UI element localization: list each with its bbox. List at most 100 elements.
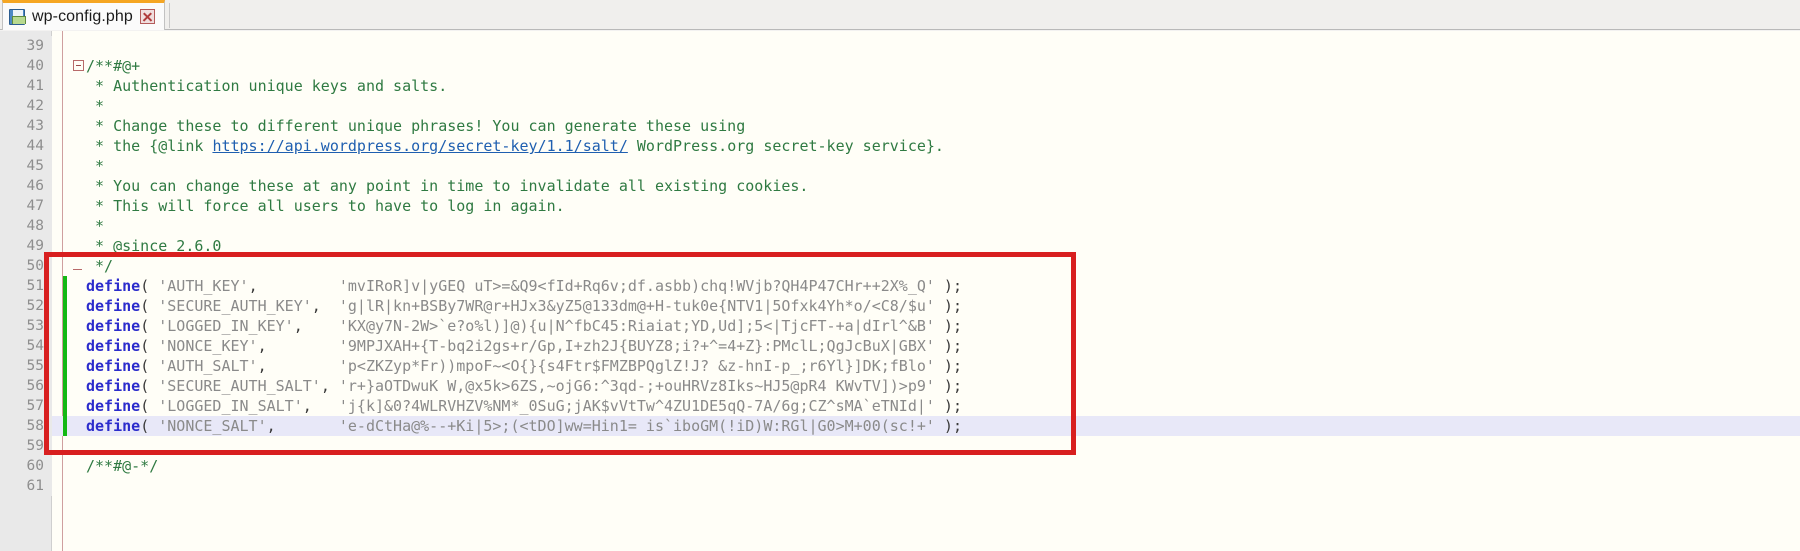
- line-number: 60: [26, 458, 44, 474]
- code-token-str: 'mvIRoR]v|yGEQ uT>=&Q9<fId+Rq6v;df.asbb)…: [338, 277, 935, 295]
- code-token-kw: define: [86, 377, 141, 395]
- tab-wp-config-php[interactable]: wp-config.php: [2, 0, 165, 30]
- code-text: *: [86, 216, 104, 236]
- code-token-str: 'NONCE_KEY': [158, 337, 258, 355]
- code-token-cmt: * Change these to different unique phras…: [86, 117, 746, 135]
- code-line[interactable]: 45 *: [0, 156, 1800, 176]
- line-number: 56: [26, 378, 44, 394]
- code-token-punc: (: [140, 417, 159, 435]
- code-line[interactable]: 52 define( 'SECURE_AUTH_KEY', 'g|lR|kn+BS…: [0, 296, 1800, 316]
- code-token-link[interactable]: https://api.wordpress.org/secret-key/1.1…: [212, 137, 627, 155]
- code-line[interactable]: 57 define( 'LOGGED_IN_SALT', 'j{k]&0?4WLR…: [0, 396, 1800, 416]
- line-number: 58: [26, 418, 44, 434]
- code-line[interactable]: 56 define( 'SECURE_AUTH_SALT', 'r+}aOTDwu…: [0, 376, 1800, 396]
- line-number: 51: [26, 278, 44, 294]
- code-text: define( 'SECURE_AUTH_SALT', 'r+}aOTDwuK …: [86, 376, 962, 396]
- line-number: 39: [26, 38, 44, 54]
- code-line[interactable]: 46 * You can change these at any point i…: [0, 176, 1800, 196]
- code-text: define( 'NONCE_KEY', '9MPJXAH+{T-bq2i2gs…: [86, 336, 962, 356]
- code-token-punc: ,: [248, 277, 339, 295]
- line-number: 50: [26, 258, 44, 274]
- code-token-cmt: */: [86, 257, 114, 275]
- code-line[interactable]: 40 /**#@+: [0, 56, 1800, 76]
- code-line[interactable]: 51 define( 'AUTH_KEY', 'mvIRoR]v|yGEQ uT>…: [0, 276, 1800, 296]
- code-text: *: [86, 156, 104, 176]
- code-line[interactable]: 55 define( 'AUTH_SALT', 'p<ZKZyp*Fr))mpoF…: [0, 356, 1800, 376]
- line-number: 43: [26, 118, 44, 134]
- change-marker: [63, 376, 67, 396]
- line-number: 45: [26, 158, 44, 174]
- code-line[interactable]: 42 *: [0, 96, 1800, 116]
- code-token-str: 'NONCE_SALT': [158, 417, 267, 435]
- code-lines-container[interactable]: 39 40 /**#@+ 41 * Authentication unique key…: [0, 31, 1800, 551]
- code-token-str: 'SECURE_AUTH_SALT': [158, 377, 321, 395]
- code-token-str: '9MPJXAH+{T-bq2i2gs+r/Gp,I+zh2J{BUYZ8;i?…: [338, 337, 935, 355]
- code-text: /**#@+: [86, 56, 140, 76]
- code-token-punc: ,: [257, 357, 339, 375]
- code-token-str: 'r+}aOTDwuK W,@x5k>6ZS,~ojG6:^3qd-;+ouHR…: [338, 377, 935, 395]
- editor-surface[interactable]: 39 40 /**#@+ 41 * Authentication unique key…: [0, 31, 1800, 551]
- code-token-str: 'g|lR|kn+BSBy7WR@r+HJx3&yZ5@133dm@+H-tuk…: [338, 297, 935, 315]
- code-line[interactable]: 47 * This will force all users to have t…: [0, 196, 1800, 216]
- code-text: * This will force all users to have to l…: [86, 196, 565, 216]
- line-number: 61: [26, 478, 44, 494]
- line-number: 40: [26, 58, 44, 74]
- code-text: define( 'AUTH_SALT', 'p<ZKZyp*Fr))mpoF~<…: [86, 356, 962, 376]
- code-token-punc: );: [934, 317, 962, 335]
- code-token-str: 'AUTH_SALT': [158, 357, 258, 375]
- code-line[interactable]: 54 define( 'NONCE_KEY', '9MPJXAH+{T-bq2i2…: [0, 336, 1800, 356]
- code-token-punc: ,: [257, 337, 339, 355]
- code-line[interactable]: 50 */: [0, 256, 1800, 276]
- code-token-cmt: *: [86, 97, 105, 115]
- code-line[interactable]: 60 /**#@-*/: [0, 456, 1800, 476]
- code-token-punc: );: [934, 337, 962, 355]
- code-token-punc: (: [140, 277, 159, 295]
- code-token-punc: (: [140, 397, 159, 415]
- code-text: define( 'LOGGED_IN_KEY', 'KX@y7N-2W>`e?o…: [86, 316, 962, 336]
- code-token-kw: define: [86, 317, 141, 335]
- code-token-cmt: * Authentication unique keys and salts.: [86, 77, 448, 95]
- code-token-punc: );: [934, 417, 962, 435]
- code-line[interactable]: 43 * Change these to different unique ph…: [0, 116, 1800, 136]
- change-marker: [63, 336, 67, 356]
- code-line[interactable]: 48 *: [0, 216, 1800, 236]
- line-number: 59: [26, 438, 44, 454]
- code-token-cmt: * This will force all users to have to l…: [86, 197, 565, 215]
- code-token-cmt: *: [86, 217, 105, 235]
- code-editor-window: wp-config.php 39 40 /**#@+ 41 * Authenticat…: [0, 0, 1800, 551]
- code-token-str: 'AUTH_KEY': [158, 277, 249, 295]
- code-token-kw: define: [86, 277, 141, 295]
- code-token-str: 'p<ZKZyp*Fr))mpoF~<O{}{s4Ftr$FMZBPQglZ!J…: [338, 357, 935, 375]
- tab-filename-label: wp-config.php: [32, 7, 133, 25]
- line-number: 54: [26, 338, 44, 354]
- code-line[interactable]: 59: [0, 436, 1800, 456]
- code-token-punc: ,: [320, 377, 339, 395]
- code-text: *: [86, 96, 104, 116]
- code-text: * Authentication unique keys and salts.: [86, 76, 447, 96]
- code-token-str: 'LOGGED_IN_KEY': [158, 317, 294, 335]
- code-line[interactable]: 41 * Authentication unique keys and salt…: [0, 76, 1800, 96]
- code-line[interactable]: 39: [0, 36, 1800, 56]
- close-x-icon[interactable]: [139, 9, 155, 24]
- code-token-str: 'SECURE_AUTH_KEY': [158, 297, 312, 315]
- code-token-cmt: WordPress.org secret-key service}.: [627, 137, 944, 155]
- fold-collapse-icon[interactable]: [73, 60, 84, 71]
- code-line[interactable]: 58 define( 'NONCE_SALT', 'e-dCtHa@%--+Ki|…: [0, 416, 1800, 436]
- code-token-str: 'KX@y7N-2W>`e?o%l)]@){u|N^fbC45:Riaiat;Y…: [338, 317, 935, 335]
- code-text: */: [86, 256, 113, 276]
- code-line[interactable]: 49 * @since 2.6.0: [0, 236, 1800, 256]
- code-token-cmt: /**#@-*/: [86, 457, 159, 475]
- code-text: * the {@link https://api.wordpress.org/s…: [86, 136, 944, 156]
- code-token-punc: ,: [311, 297, 339, 315]
- code-token-punc: );: [934, 397, 962, 415]
- code-token-kw: define: [86, 397, 141, 415]
- code-text: /**#@-*/: [86, 456, 158, 476]
- code-token-punc: (: [140, 357, 159, 375]
- tab-bar: wp-config.php: [0, 0, 1800, 30]
- code-token-str: 'j{k]&0?4WLRVHZV%NM*_0SuG;jAK$vVtTw^4ZU1…: [338, 397, 935, 415]
- code-line[interactable]: 44 * the {@link https://api.wordpress.or…: [0, 136, 1800, 156]
- code-line[interactable]: 61: [0, 476, 1800, 496]
- code-line[interactable]: 53 define( 'LOGGED_IN_KEY', 'KX@y7N-2W>`e…: [0, 316, 1800, 336]
- code-token-kw: define: [86, 297, 141, 315]
- code-token-kw: define: [86, 357, 141, 375]
